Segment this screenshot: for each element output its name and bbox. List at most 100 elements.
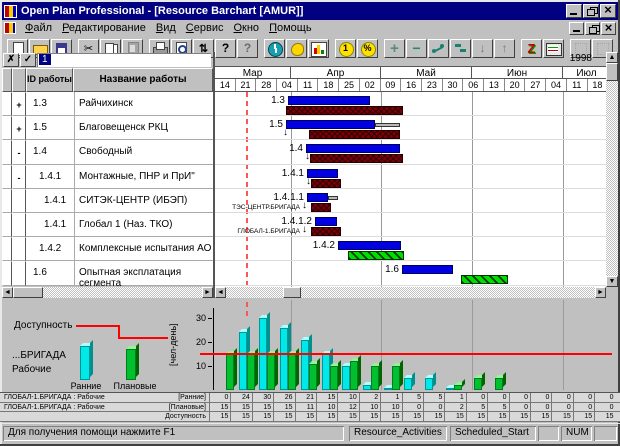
gantt-row[interactable]: 1.3: [215, 92, 608, 116]
down-arrow-icon: ↓: [306, 176, 311, 188]
hist-bar-planned: [309, 364, 317, 390]
gantt-bar-early[interactable]: [315, 217, 337, 226]
timeline-month: Мар: [215, 67, 291, 78]
resource-value-cell: 0: [509, 393, 530, 402]
gantt-row[interactable]: 1.6: [215, 261, 608, 285]
gantt-row[interactable]: 1.4.1↓: [215, 165, 608, 189]
table-hscroll-thumb[interactable]: [13, 287, 43, 298]
activity-row[interactable]: +1.3Райчихинск: [2, 92, 213, 116]
row-selector[interactable]: [2, 189, 12, 213]
title-bar: Open Plan Professional - [Resource Barch…: [2, 2, 618, 20]
cancel-edit-button[interactable]: ✗: [3, 53, 19, 67]
y-tick-label: 30: [190, 313, 206, 323]
down-arrow-icon: ↓: [302, 224, 307, 236]
activity-id: 1.3: [26, 92, 75, 116]
gantt-bar-scheduled[interactable]: [311, 179, 341, 188]
edit-input[interactable]: 1: [37, 53, 211, 67]
child-minimize-icon[interactable]: [569, 22, 584, 35]
menu-file[interactable]: Файл: [20, 21, 57, 35]
activity-row[interactable]: -1.4Свободный: [2, 140, 213, 164]
activity-row[interactable]: +1.5Благовещенск РКЦ: [2, 116, 213, 140]
child-close-icon[interactable]: [601, 22, 616, 35]
gantt-bar-early[interactable]: [307, 169, 338, 178]
menu-window[interactable]: Окно: [228, 21, 264, 35]
activity-name: Глобал 1 (Наз. ТКО): [75, 213, 213, 237]
activity-row[interactable]: 1.6Опытная эксплатация сегмента: [2, 261, 213, 285]
gantt-bar-scheduled[interactable]: [310, 154, 403, 163]
child-restore-icon[interactable]: [585, 22, 600, 35]
gantt-bar-early[interactable]: [338, 241, 401, 250]
activity-name: Свободный: [75, 140, 213, 164]
gantt-vscrollbar[interactable]: ▲ ▼: [606, 52, 618, 287]
gantt-bar-scheduled[interactable]: [311, 227, 341, 236]
row-selector[interactable]: [2, 237, 12, 261]
status-help-text: Для получения помощи нажмите F1: [3, 426, 344, 441]
column-header-id[interactable]: ID работы: [26, 68, 73, 92]
gantt-row[interactable]: 1.4.2: [215, 237, 608, 261]
timeline-month: Июл: [563, 67, 608, 78]
table-hscrollbar[interactable]: ◄ ►: [2, 287, 213, 298]
row-selector[interactable]: [2, 140, 12, 164]
expander-button[interactable]: +: [12, 116, 26, 140]
gantt-row[interactable]: 1.4.1.2ГЛОБАЛ-1.БРИГАДА↓: [215, 213, 608, 237]
row-selector[interactable]: [2, 213, 12, 237]
row-selector[interactable]: [2, 165, 12, 189]
gantt-bar-early[interactable]: [306, 144, 400, 153]
resource-value-cell: 30: [252, 393, 273, 402]
scroll-up-icon[interactable]: ▲: [606, 52, 618, 63]
gantt-bar-early[interactable]: [288, 96, 370, 105]
hist-bar-planned: [267, 354, 275, 390]
row-selector[interactable]: [2, 261, 12, 285]
vscroll-thumb[interactable]: [606, 63, 618, 81]
hist-bar-planned: [495, 378, 503, 390]
gantt-bar-early[interactable]: [402, 265, 453, 274]
gantt-bar-scheduled[interactable]: [309, 130, 400, 139]
gantt-bar-early[interactable]: [286, 120, 375, 129]
scroll-right-icon[interactable]: ►: [202, 287, 213, 298]
menu-tools[interactable]: Сервис: [181, 21, 229, 35]
activity-row[interactable]: 1.4.1Глобал 1 (Наз. ТКО): [2, 213, 213, 237]
activity-row[interactable]: 1.4.2Комплексные испытания АО: [2, 237, 213, 261]
scroll-down-icon[interactable]: ▼: [606, 276, 618, 287]
resource-value-cell: 5: [402, 393, 423, 402]
scroll-left-icon[interactable]: ◄: [2, 287, 13, 298]
resource-value-cell: 15: [573, 412, 594, 421]
row-selector[interactable]: [2, 116, 12, 140]
gantt-bar-early[interactable]: [307, 193, 328, 202]
gantt-bar-scheduled[interactable]: [311, 203, 331, 212]
activity-id: 1.4.2: [26, 237, 75, 261]
confirm-edit-button[interactable]: ✓: [20, 53, 36, 67]
y-tick-mark: [208, 342, 212, 343]
activity-name: Благовещенск РКЦ: [75, 116, 213, 140]
gantt-bar-resource[interactable]: [461, 275, 508, 284]
resource-value-cell: 15: [252, 403, 273, 412]
expander-button[interactable]: -: [12, 165, 26, 189]
menu-view[interactable]: Вид: [151, 21, 181, 35]
gantt-row[interactable]: 1.4↓: [215, 140, 608, 164]
gantt-bar-resource[interactable]: [348, 251, 404, 260]
gantt-row[interactable]: 1.4.1.1ТЭС-ЦЕНТР.БРИГАДА↓: [215, 189, 608, 213]
menu-edit[interactable]: Редактирование: [57, 21, 151, 35]
column-header-name[interactable]: Название работы: [73, 68, 213, 92]
row-selector[interactable]: [2, 92, 12, 116]
close-icon[interactable]: [600, 4, 616, 18]
gantt-hscrollbar[interactable]: ◄ ►: [215, 287, 606, 298]
activity-row[interactable]: -1.4.1Монтажные, ПНР и ПрИ": [2, 165, 213, 189]
planned-legend-swatch: [126, 349, 136, 380]
document-icon[interactable]: [4, 22, 16, 34]
expander-button[interactable]: +: [12, 92, 26, 116]
activity-row[interactable]: 1.4.1СИТЭК-ЦЕНТР (ИБЭП): [2, 189, 213, 213]
restore-icon[interactable]: [583, 4, 599, 18]
scroll-left-icon[interactable]: ◄: [215, 287, 226, 298]
activity-id: 1.6: [26, 261, 75, 285]
resource-value-cell: 0: [423, 403, 444, 412]
menu-help[interactable]: Помощь: [264, 21, 317, 35]
gantt-row[interactable]: 1.5↓: [215, 116, 608, 140]
activity-id: 1.4.1: [26, 213, 75, 237]
scroll-right-icon[interactable]: ►: [595, 287, 606, 298]
expander-button[interactable]: -: [12, 140, 26, 164]
resource-row-tag: [Плановые]: [120, 404, 206, 411]
gantt-bar-scheduled[interactable]: [286, 106, 403, 115]
gantt-hscroll-thumb[interactable]: [283, 287, 301, 298]
minimize-icon[interactable]: [566, 4, 582, 18]
